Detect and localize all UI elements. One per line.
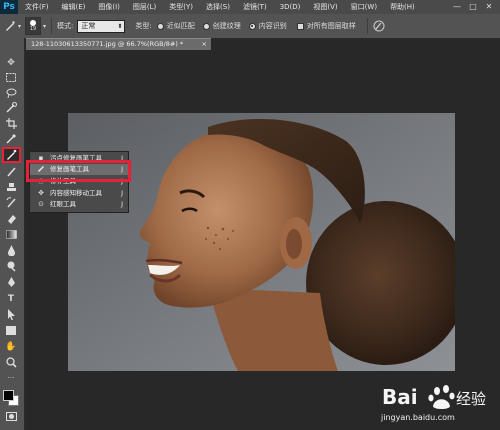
dodge-tool-icon[interactable] [3,260,19,273]
menu-3d[interactable]: 3D(D) [273,3,307,11]
flyout-highlight-box [26,160,131,182]
document-tab-title: 128-11030613350771.jpg @ 66.7%(RGB/8#) * [31,40,184,48]
radio-content-aware[interactable] [248,22,256,30]
mode-value: 正常 [81,21,96,30]
menu-image[interactable]: 图像(I) [91,2,126,12]
brush-tool-icon[interactable] [3,165,19,178]
crop-tool-icon[interactable] [3,117,19,130]
red-eye-icon: ⊙ [38,200,44,208]
menu-bar: Ps 文件(F) 编辑(E) 图像(I) 图层(L) 类型(Y) 选择(S) 滤… [0,0,500,14]
tool-highlight-box [2,147,21,163]
tool-preset-picker[interactable]: ▾ [4,20,21,32]
sample-all-layers-checkbox[interactable] [296,22,304,30]
shortcut-key: J [121,189,123,197]
radio-create-texture[interactable] [202,22,210,30]
brush-picker[interactable]: 19 [25,17,42,35]
content-aware-move-icon: ✥ [38,189,44,197]
divider [366,18,368,34]
path-selection-tool-icon[interactable] [3,308,19,321]
divider [51,18,53,34]
watermark-suffix: 经验 [456,390,486,408]
pen-tool-icon[interactable] [3,276,19,289]
brush-size-value: 19 [29,26,37,32]
photoshop-logo: Ps [0,0,18,14]
eraser-tool-icon[interactable] [3,212,19,225]
paw-icon [428,385,455,409]
blur-tool-icon[interactable] [3,244,19,257]
tools-panel: ✥ T ✋ ··· [0,38,25,430]
flyout-item-red-eye[interactable]: ⊙ 红眼工具 J [30,199,128,210]
menu-layer[interactable]: 图层(L) [126,2,162,12]
flyout-item-label: 红眼工具 [50,200,76,208]
menu-filter[interactable]: 滤镜(T) [236,2,273,12]
type-label: 类型: [135,22,152,30]
menu-file[interactable]: 文件(F) [18,2,55,12]
options-bar: ▾ 19 ▾ 模式: 正常 ⬍ 类型: 近似匹配 创建纹理 内容识别 对所有图层… [0,14,500,39]
gradient-tool-icon[interactable] [3,228,19,241]
close-tab-icon[interactable]: × [202,39,207,50]
radio-label-texture: 创建纹理 [212,22,241,30]
radio-label-proximity: 近似匹配 [166,22,195,30]
quick-select-tool-icon[interactable] [3,101,19,114]
menu-help[interactable]: 帮助(H) [383,2,421,12]
eyedropper-tool-icon[interactable] [3,132,19,145]
flyout-item-label: 内容感知移动工具 [50,189,102,197]
rectangle-tool-icon[interactable] [3,324,19,337]
maximize-button[interactable]: □ [466,1,480,12]
marquee-tool-icon[interactable] [3,71,19,84]
chevron-down-icon: ▾ [18,22,22,30]
menu-type[interactable]: 类型(Y) [162,2,199,12]
menu-edit[interactable]: 编辑(E) [55,2,92,12]
clone-stamp-tool-icon[interactable] [3,181,19,194]
more-tools-icon[interactable]: ··· [3,371,19,384]
foreground-color-swatch[interactable] [3,390,14,401]
minimize-button[interactable]: — [450,1,464,12]
sample-all-layers-label: 对所有图层取样 [306,22,356,30]
select-arrows-icon: ⬍ [117,22,123,30]
bandage-icon [6,21,15,31]
close-button[interactable]: ✕ [482,1,496,12]
radio-label-content-aware: 内容识别 [258,22,287,30]
history-brush-tool-icon[interactable] [3,196,19,209]
mode-label: 模式: [57,22,74,30]
zoom-tool-icon[interactable] [3,356,19,369]
hand-tool-icon[interactable]: ✋ [3,340,19,353]
document-tab[interactable]: 128-11030613350771.jpg @ 66.7%(RGB/8#) *… [26,38,211,50]
menu-window[interactable]: 窗口(W) [344,2,383,12]
watermark-url: jingyan.baidu.com [381,413,455,422]
lasso-tool-icon[interactable] [3,86,19,99]
shortcut-key: J [121,200,123,208]
radio-proximity-match[interactable] [156,22,164,30]
menu-view[interactable]: 视图(V) [306,2,343,12]
menu-select[interactable]: 选择(S) [199,2,236,12]
quick-mask-icon[interactable] [3,410,19,423]
pressure-brush-icon[interactable] [373,20,385,32]
type-tool-icon[interactable]: T [3,292,19,305]
move-tool-icon[interactable]: ✥ [3,56,19,69]
window-controls: — □ ✕ [450,1,496,12]
watermark-brand: Bai [382,385,418,409]
flyout-item-content-aware-move[interactable]: ✥ 内容感知移动工具 J [30,188,128,199]
mode-select[interactable]: 正常 ⬍ [77,19,126,33]
brush-chevron-icon[interactable]: ▾ [43,23,46,30]
